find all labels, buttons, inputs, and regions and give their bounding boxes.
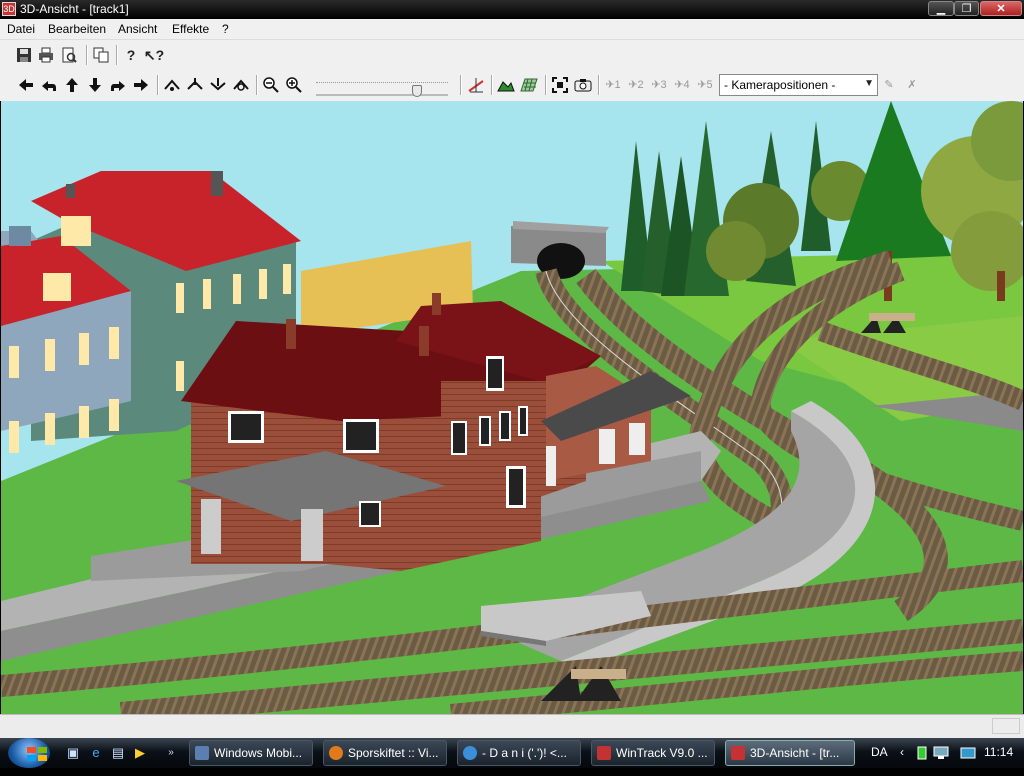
more-icon[interactable]: » <box>163 745 179 761</box>
save-icon[interactable] <box>15 46 33 64</box>
taskbar-item-wintrack[interactable]: WinTrack V9.0 ... <box>591 740 715 766</box>
camera-icon[interactable] <box>574 76 592 94</box>
3d-view-icon <box>731 746 745 760</box>
turn-left-icon[interactable] <box>40 76 58 94</box>
clock[interactable]: 11:14 <box>984 745 1013 775</box>
menu-bar: Datei Bearbeiten Ansicht Effekte ? <box>0 19 1024 40</box>
zoom-slider-thumb[interactable] <box>412 85 422 97</box>
track-height-icon[interactable] <box>467 76 485 94</box>
context-help-icon[interactable]: ↖? <box>144 46 164 64</box>
print-icon[interactable] <box>37 46 55 64</box>
camera-position-value: - Kamerapositionen - <box>724 78 836 92</box>
menu-effekte[interactable]: Effekte <box>172 22 209 36</box>
status-bar <box>0 714 1024 739</box>
title-bar: 3D 3D-Ansicht - [track1] ▁ ❐ ✕ <box>0 0 1024 19</box>
menu-datei[interactable]: Datei <box>7 22 35 36</box>
tray-expand-icon[interactable]: ‹ <box>900 745 904 775</box>
taskbar-item-3d-ansicht[interactable]: 3D-Ansicht - [tr... <box>725 740 855 766</box>
tray-battery-icon[interactable] <box>917 746 927 776</box>
fly-up-icon[interactable] <box>186 76 204 94</box>
camera-position-select[interactable]: - Kamerapositionen - ▼ <box>719 74 878 96</box>
windows-logo-icon <box>27 747 47 761</box>
standard-toolbar: ? ↖? <box>0 40 1024 72</box>
wintrack-icon <box>597 746 611 760</box>
grid-icon[interactable] <box>520 76 538 94</box>
window-title: 3D-Ansicht - [track1] <box>20 2 129 16</box>
switch-windows-icon[interactable]: ▤ <box>110 745 126 761</box>
close-button[interactable]: ✕ <box>980 1 1022 16</box>
camera-4-icon[interactable]: ✈ 4 <box>673 76 691 94</box>
3d-scene <box>1 101 1023 714</box>
camera-2-icon[interactable]: ✈ 2 <box>627 76 645 94</box>
fly-down-icon[interactable] <box>209 76 227 94</box>
tray-network-icon[interactable] <box>933 746 949 776</box>
rotate-view-icon[interactable] <box>232 76 250 94</box>
menu-help[interactable]: ? <box>222 22 229 36</box>
chevron-down-icon[interactable]: ▼ <box>864 78 874 89</box>
arrow-right-icon[interactable] <box>132 76 150 94</box>
app-icon: 3D <box>2 2 16 16</box>
menu-ansicht[interactable]: Ansicht <box>118 22 157 36</box>
media-player-icon[interactable]: ▶ <box>132 745 148 761</box>
show-desktop-icon[interactable]: ▣ <box>65 745 81 761</box>
zoom-out-icon[interactable] <box>262 76 280 94</box>
firefox-icon <box>329 746 343 760</box>
arrow-left-icon[interactable] <box>17 76 35 94</box>
language-indicator[interactable]: DA <box>871 745 888 775</box>
taskbar: ▣ e ▤ ▶ » Windows Mobi... Sporskiftet ::… <box>0 738 1024 768</box>
taskbar-item-windows-mobile[interactable]: Windows Mobi... <box>189 740 313 766</box>
windows-mobile-icon <box>195 746 209 760</box>
camera-delete-icon[interactable]: ✗ <box>903 76 921 94</box>
zoom-in-icon[interactable] <box>285 76 303 94</box>
walk-mode-icon[interactable] <box>163 76 181 94</box>
zoom-slider[interactable] <box>316 94 448 96</box>
arrow-up-icon[interactable] <box>63 76 81 94</box>
camera-3-icon[interactable]: ✈ 3 <box>650 76 668 94</box>
menu-bearbeiten[interactable]: Bearbeiten <box>48 22 106 36</box>
internet-explorer-icon[interactable]: e <box>88 745 104 761</box>
copy-icon[interactable] <box>92 46 110 64</box>
taskbar-item-firefox[interactable]: Sporskiftet :: Vi... <box>323 740 447 766</box>
status-pane <box>992 718 1020 734</box>
terrain-icon[interactable] <box>497 76 515 94</box>
zoom-slider-ticks <box>316 82 448 89</box>
maximize-button[interactable]: ❐ <box>954 1 979 16</box>
taskbar-item-messenger[interactable]: - D a n i ('.')! <... <box>457 740 581 766</box>
help-icon[interactable]: ? <box>122 46 140 64</box>
print-preview-icon[interactable] <box>60 46 78 64</box>
start-button[interactable] <box>8 738 50 768</box>
camera-5-icon[interactable]: ✈ 5 <box>696 76 714 94</box>
messenger-icon <box>463 746 477 760</box>
turn-right-icon[interactable] <box>109 76 127 94</box>
minimize-button[interactable]: ▁ <box>928 1 954 16</box>
fit-view-icon[interactable] <box>551 76 569 94</box>
camera-add-icon[interactable]: ✎ <box>880 76 898 94</box>
tray-sync-icon[interactable] <box>960 746 976 776</box>
arrow-down-icon[interactable] <box>86 76 104 94</box>
3d-viewport[interactable] <box>1 101 1023 714</box>
camera-1-icon[interactable]: ✈ 1 <box>604 76 622 94</box>
